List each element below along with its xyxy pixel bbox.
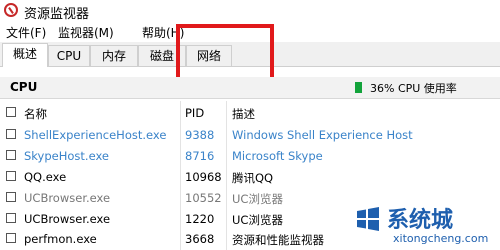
tab-memory[interactable]: 内存: [90, 45, 138, 66]
row-checkbox[interactable]: [6, 192, 16, 202]
process-name: perfmon.exe: [24, 232, 97, 246]
process-pid: 10552: [185, 191, 222, 205]
header-name[interactable]: 名称: [24, 106, 47, 122]
process-name: QQ.exe: [24, 170, 67, 184]
process-desc: 资源和性能监视器: [232, 233, 324, 247]
table-header-row: 名称 PID 描述: [0, 103, 500, 123]
tab-bar: 概述 CPU 内存 磁盘 网络: [0, 42, 500, 67]
process-pid: 1220: [185, 212, 215, 226]
table-row[interactable]: SkypeHost.exe 8716 Microsoft Skype: [0, 146, 500, 166]
row-checkbox[interactable]: [6, 129, 16, 139]
process-pid: 8716: [185, 149, 215, 163]
tab-cpu[interactable]: CPU: [48, 45, 90, 66]
header-desc[interactable]: 描述: [232, 106, 255, 122]
process-name: UCBrowser.exe: [24, 191, 111, 205]
row-checkbox[interactable]: [6, 233, 16, 243]
resource-monitor-icon: [4, 3, 18, 17]
menu-monitor[interactable]: 监视器(M): [58, 24, 114, 41]
process-pid: 9388: [185, 128, 215, 142]
title-bar: 资源监视器: [0, 0, 500, 22]
process-pid: 10968: [185, 170, 222, 184]
process-name: SkypeHost.exe: [24, 149, 109, 163]
header-pid[interactable]: PID: [185, 106, 204, 120]
process-desc: UC浏览器: [232, 213, 283, 227]
cpu-section-header[interactable]: CPU 36% CPU 使用率: [0, 77, 500, 99]
process-desc: 腾讯QQ: [232, 171, 274, 185]
cpu-usage-indicator: [355, 82, 362, 93]
windows-logo-icon: [357, 207, 379, 231]
watermark-url: xitongcheng.com: [393, 232, 489, 245]
section-title: CPU: [10, 80, 38, 94]
table-row[interactable]: QQ.exe 10968 腾讯QQ: [0, 167, 500, 187]
process-name: UCBrowser.exe: [24, 212, 111, 226]
tab-overview[interactable]: 概述: [2, 43, 48, 67]
menu-bar: 文件(F) 监视器(M) 帮助(H): [0, 22, 500, 42]
process-desc: Windows Shell Experience Host: [232, 128, 413, 142]
table-row[interactable]: ShellExperienceHost.exe 9388 Windows She…: [0, 125, 500, 145]
site-watermark: 系统城 xitongcheng.com: [355, 202, 500, 250]
process-name: ShellExperienceHost.exe: [24, 128, 167, 142]
window-title: 资源监视器: [24, 7, 90, 22]
row-checkbox[interactable]: [6, 213, 16, 223]
tab-network[interactable]: 网络: [186, 45, 232, 66]
menu-help[interactable]: 帮助(H): [142, 24, 184, 41]
menu-file[interactable]: 文件(F): [6, 24, 46, 41]
process-desc: UC浏览器: [232, 192, 283, 206]
row-checkbox[interactable]: [6, 171, 16, 181]
select-all-checkbox[interactable]: [6, 107, 16, 117]
process-pid: 3668: [185, 232, 215, 246]
row-checkbox[interactable]: [6, 150, 16, 160]
cpu-usage-text: 36% CPU 使用率: [370, 82, 457, 95]
process-desc: Microsoft Skype: [232, 149, 323, 163]
tab-disk[interactable]: 磁盘: [138, 45, 186, 66]
watermark-title: 系统城: [387, 208, 454, 233]
